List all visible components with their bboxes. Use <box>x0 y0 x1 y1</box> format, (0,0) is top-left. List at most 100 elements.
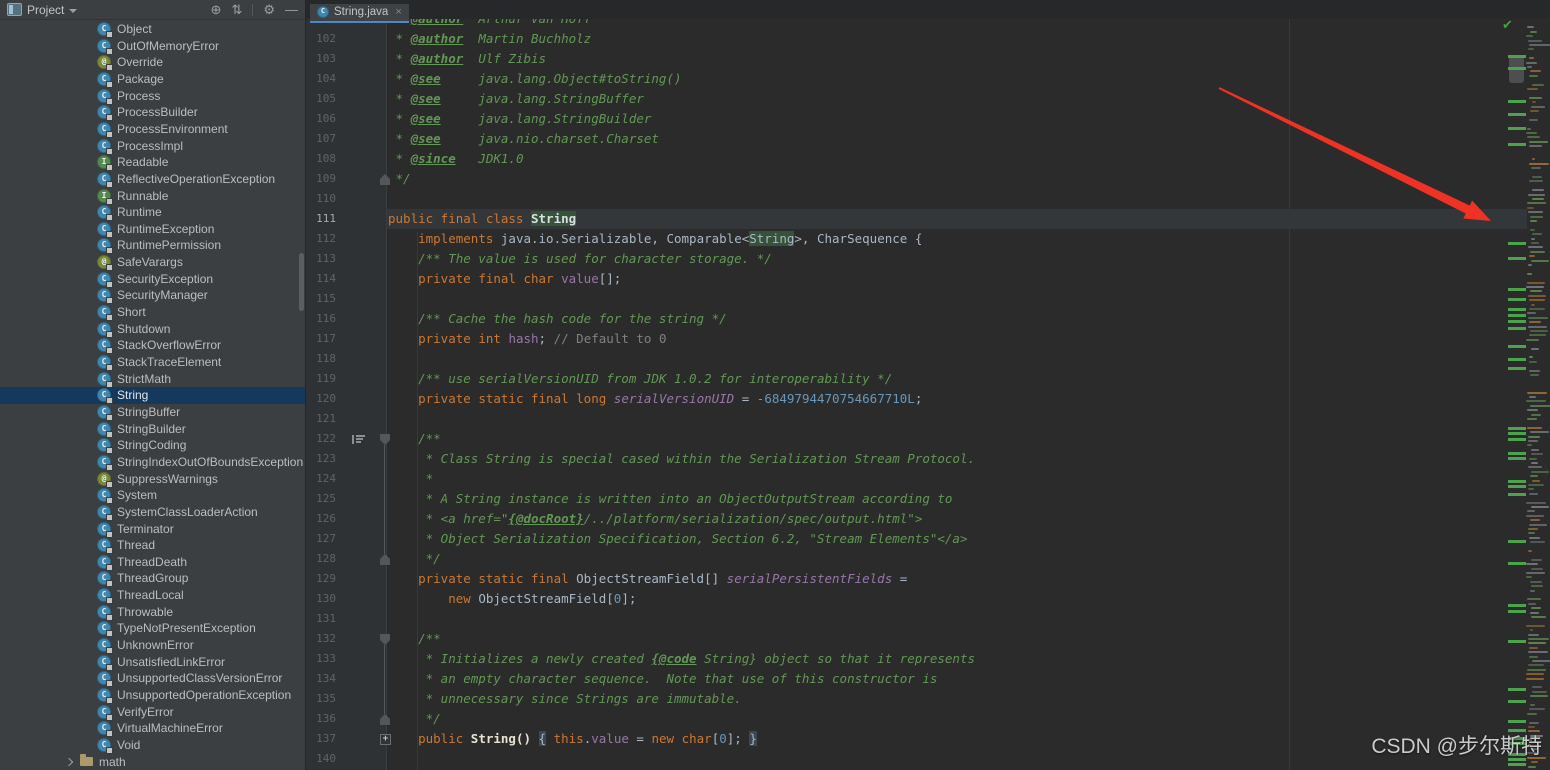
fold-marker-plus[interactable]: + <box>380 734 391 745</box>
change-marker[interactable] <box>1508 438 1526 441</box>
change-marker[interactable] <box>1508 753 1526 756</box>
code-line[interactable]: /** use serialVersionUID from JDK 1.0.2 … <box>388 369 892 389</box>
code-line[interactable]: * @author Martin Buchholz <box>388 29 591 49</box>
change-marker[interactable] <box>1508 67 1526 70</box>
tree-item-stringbuilder[interactable]: CStringBuilder <box>0 420 305 437</box>
change-marker[interactable] <box>1508 688 1526 691</box>
change-marker[interactable] <box>1508 485 1526 488</box>
line-number[interactable]: 115 <box>306 289 336 309</box>
tree-item-throwable[interactable]: CThrowable <box>0 603 305 620</box>
change-marker[interactable] <box>1508 457 1526 460</box>
line-number[interactable]: 108 <box>306 149 336 169</box>
change-marker[interactable] <box>1508 610 1526 613</box>
change-marker[interactable] <box>1508 763 1526 766</box>
tree-item-threaddeath[interactable]: CThreadDeath <box>0 553 305 570</box>
tree-item-stringindexoutofboundsexception[interactable]: CStringIndexOutOfBoundsException <box>0 453 305 470</box>
line-number[interactable]: 121 <box>306 409 336 429</box>
chevron-right-icon[interactable] <box>65 758 73 766</box>
line-number[interactable]: 127 <box>306 529 336 549</box>
code-line[interactable]: * Initializes a newly created {@code Str… <box>388 649 975 669</box>
line-number[interactable]: 103 <box>306 49 336 69</box>
code-line[interactable]: * <box>388 469 433 489</box>
tree-item-runtimeexception[interactable]: CRuntimeException <box>0 220 305 237</box>
tree-item-unsatisfiedlinkerror[interactable]: CUnsatisfiedLinkError <box>0 653 305 670</box>
line-number[interactable]: 102 <box>306 29 336 49</box>
change-marker[interactable] <box>1508 729 1526 732</box>
tree-item-stringcoding[interactable]: CStringCoding <box>0 437 305 454</box>
tree-scrollbar-thumb[interactable] <box>299 253 304 311</box>
change-marker[interactable] <box>1508 604 1526 607</box>
line-number[interactable]: 105 <box>306 89 336 109</box>
change-marker[interactable] <box>1508 432 1526 435</box>
code-line[interactable]: * Object Serialization Specification, Se… <box>388 529 967 549</box>
project-tool-window-icon[interactable] <box>7 3 22 16</box>
tree-item-terminator[interactable]: CTerminator <box>0 520 305 537</box>
gutter-intention-icon[interactable] <box>352 435 368 444</box>
change-marker[interactable] <box>1508 758 1526 761</box>
code-line[interactable]: * Class String is special cased within t… <box>388 449 975 469</box>
change-marker[interactable] <box>1508 562 1526 565</box>
minimap[interactable] <box>1526 18 1550 770</box>
tree-item-override[interactable]: @Override <box>0 54 305 71</box>
tree-item-securityexception[interactable]: CSecurityException <box>0 270 305 287</box>
tree-item-safevarargs[interactable]: @SafeVarargs <box>0 254 305 271</box>
line-number[interactable]: 124 <box>306 469 336 489</box>
change-marker[interactable] <box>1508 700 1526 703</box>
code-line[interactable]: */ <box>388 549 441 569</box>
tree-item-processenvironment[interactable]: CProcessEnvironment <box>0 120 305 137</box>
line-number[interactable]: 113 <box>306 249 336 269</box>
change-marker[interactable] <box>1508 314 1526 317</box>
change-marker[interactable] <box>1508 127 1526 130</box>
tree-item-virtualmachineerror[interactable]: CVirtualMachineError <box>0 720 305 737</box>
code-line[interactable]: */ <box>388 169 411 189</box>
chevron-down-icon[interactable] <box>69 9 77 13</box>
line-number[interactable]: 119 <box>306 369 336 389</box>
tree-item-string[interactable]: CString <box>0 387 305 404</box>
line-number[interactable]: 131 <box>306 609 336 629</box>
tree-item-unknownerror[interactable]: CUnknownError <box>0 637 305 654</box>
tree-item-processbuilder[interactable]: CProcessBuilder <box>0 104 305 121</box>
change-marker[interactable] <box>1508 640 1526 643</box>
settings-gear-icon[interactable]: ⚙ <box>263 3 275 16</box>
tree-item-package[interactable]: CPackage <box>0 70 305 87</box>
line-number[interactable]: 111 <box>306 209 336 229</box>
change-marker[interactable] <box>1508 308 1526 311</box>
tree-item-runtimepermission[interactable]: CRuntimePermission <box>0 237 305 254</box>
line-number[interactable]: 118 <box>306 349 336 369</box>
code-line[interactable]: * @see java.lang.StringBuilder <box>388 109 651 129</box>
code-line[interactable]: new ObjectStreamField[0]; <box>388 589 636 609</box>
tree-item-stackoverflowerror[interactable]: CStackOverflowError <box>0 337 305 354</box>
tree-item-suppresswarnings[interactable]: @SuppressWarnings <box>0 470 305 487</box>
line-number[interactable]: 135 <box>306 689 336 709</box>
tree-item-thread[interactable]: CThread <box>0 537 305 554</box>
change-marker[interactable] <box>1508 345 1526 348</box>
project-title[interactable]: Project <box>27 3 64 17</box>
change-marker[interactable] <box>1508 452 1526 455</box>
line-number[interactable]: 106 <box>306 109 336 129</box>
code-line[interactable]: /** The value is used for character stor… <box>388 249 772 269</box>
tree-item-process[interactable]: CProcess <box>0 87 305 104</box>
code-line[interactable]: private final char value[]; <box>388 269 621 289</box>
change-marker[interactable] <box>1508 298 1526 301</box>
code-line[interactable]: * unnecessary since Strings are immutabl… <box>388 689 742 709</box>
line-number[interactable]: 133 <box>306 649 336 669</box>
line-number[interactable]: 112 <box>306 229 336 249</box>
hide-panel-icon[interactable]: — <box>285 3 298 16</box>
change-marker[interactable] <box>1508 288 1526 291</box>
line-number[interactable]: 140 <box>306 749 336 769</box>
tree-item-shutdown[interactable]: CShutdown <box>0 320 305 337</box>
inspection-status-icon[interactable]: ✔ <box>1502 17 1513 33</box>
error-stripe[interactable]: ✔ <box>1490 0 1526 770</box>
tree-item-object[interactable]: CObject <box>0 21 305 38</box>
tree-item-processimpl[interactable]: CProcessImpl <box>0 137 305 154</box>
tree-item-stacktraceelement[interactable]: CStackTraceElement <box>0 354 305 371</box>
tree-item-math[interactable]: math <box>0 753 305 770</box>
code-line[interactable]: * A String instance is written into an O… <box>388 489 952 509</box>
tree-item-threadgroup[interactable]: CThreadGroup <box>0 570 305 587</box>
tab-close-icon[interactable]: × <box>395 6 401 18</box>
tree-item-unsupportedoperationexception[interactable]: CUnsupportedOperationException <box>0 687 305 704</box>
tree-item-typenotpresentexception[interactable]: CTypeNotPresentException <box>0 620 305 637</box>
tree-item-securitymanager[interactable]: CSecurityManager <box>0 287 305 304</box>
tree-item-systemclassloaderaction[interactable]: CSystemClassLoaderAction <box>0 503 305 520</box>
change-marker[interactable] <box>1508 143 1526 146</box>
